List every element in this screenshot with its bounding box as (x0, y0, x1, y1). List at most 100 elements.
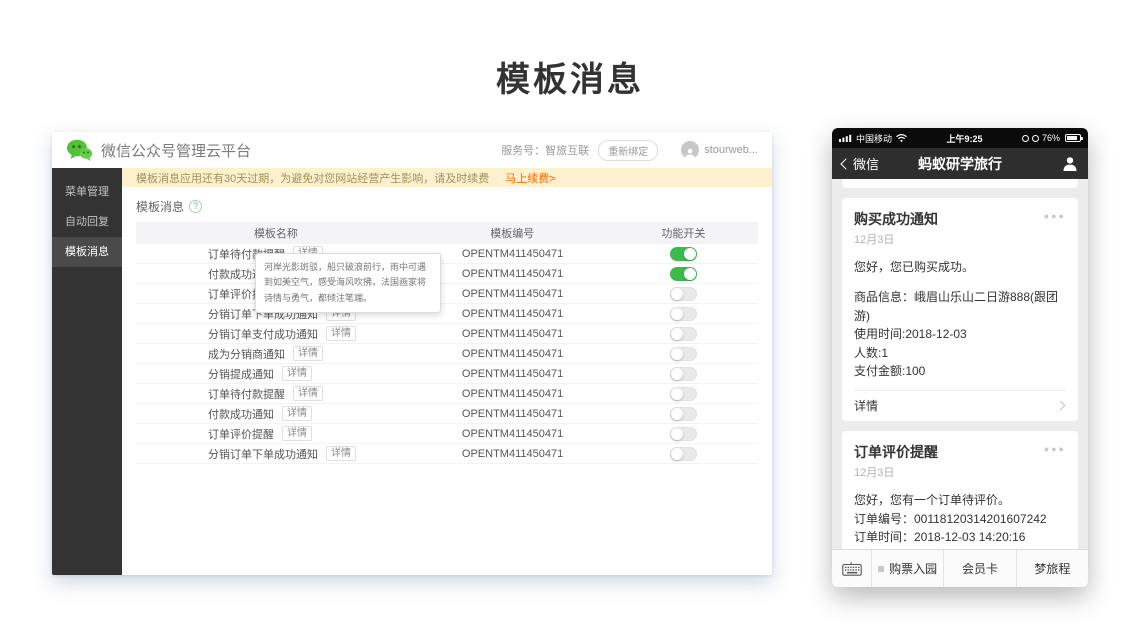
rebind-button[interactable]: 重新绑定 (598, 140, 658, 161)
table-row: 订单待付款提醒 详情 OPENTM411450471 (136, 384, 758, 404)
detail-button[interactable]: 详情 (293, 346, 323, 361)
template-name: 付款成功通知 (208, 406, 274, 422)
table-row: 订单评价提醒 详情 OPENTM411450471 (136, 284, 758, 304)
table-header: 模板名称 模板编号 功能开关 (136, 222, 758, 244)
more-options-icon[interactable]: ●●● (1044, 442, 1066, 456)
message-line: 订单编号：00118120314201607242 (854, 510, 1066, 529)
detail-tooltip: 河岸光影斑驳，船只破浪前行，雨中可遇到如美空气，感受海风吹拂，法国画家将诗情与勇… (255, 253, 441, 313)
function-toggle[interactable] (670, 347, 697, 361)
detail-button[interactable]: 详情 (282, 406, 312, 421)
function-toggle[interactable] (670, 287, 697, 301)
column-header-switch: 功能开关 (609, 225, 758, 241)
page-title: 模板消息 (0, 52, 1140, 101)
card-body: 您好，您已购买成功。商品信息：峨眉山乐山二日游888(跟团游)使用时间:2018… (854, 258, 1066, 390)
message-line: 使用时间:2018-12-03 (854, 325, 1066, 344)
message-line: 支付金额:100 (854, 362, 1066, 381)
function-toggle[interactable] (670, 247, 697, 261)
sidebar: 菜单管理 自动回复 模板消息 (52, 168, 122, 575)
keyboard-toggle-button[interactable] (832, 550, 872, 587)
menu-item-dream-trip[interactable]: 梦旅程 (1016, 550, 1088, 587)
detail-button[interactable]: 详情 (326, 326, 356, 341)
expiry-notice-bar: 模板消息应用还有30天过期，为避免对您网站经营产生影响，请及时续费 马上续费> (122, 168, 772, 187)
wechat-logo-icon (66, 139, 93, 162)
renew-now-link[interactable]: 马上续费> (505, 170, 555, 186)
contact-person-icon[interactable] (1062, 156, 1078, 171)
back-label: 微信 (853, 154, 879, 173)
table-row: 分销订单下单成功通知 详情 OPENTM411450471 (136, 304, 758, 324)
message-card-review[interactable]: 订单评价提醒 ●●● 12月3日 您好，您有一个订单待评价。订单编号：00118… (842, 431, 1078, 549)
brand-name: 微信公众号管理云平台 (101, 140, 251, 161)
message-line (854, 277, 1066, 288)
avatar (681, 141, 699, 159)
template-code: OPENTM411450471 (416, 388, 609, 400)
section-title: 模板消息 (136, 198, 184, 215)
orientation-lock-icon (1022, 135, 1029, 142)
card-date: 12月3日 (854, 464, 1066, 480)
battery-icon (1065, 134, 1081, 142)
template-name: 分销订单支付成功通知 (208, 326, 318, 342)
card-body: 您好，您有一个订单待评价。订单编号：00118120314201607242订单… (854, 491, 1066, 549)
column-header-name: 模板名称 (136, 225, 416, 241)
admin-header: 微信公众号管理云平台 服务号：智旅互联 重新绑定 stourweb... (52, 132, 772, 168)
template-name: 订单评价提醒 (208, 426, 274, 442)
table-row: 分销提成通知 详情 OPENTM411450471 (136, 364, 758, 384)
function-toggle[interactable] (670, 447, 697, 461)
detail-button[interactable]: 详情 (293, 386, 323, 401)
function-toggle[interactable] (670, 387, 697, 401)
menu-item-ticket[interactable]: 购票入园 (872, 550, 943, 587)
detail-button[interactable]: 详情 (326, 446, 356, 461)
template-code: OPENTM411450471 (416, 348, 609, 360)
message-line: 您好，您有一个订单待评价。 (854, 491, 1066, 510)
message-card-purchase[interactable]: 购买成功通知 ●●● 12月3日 您好，您已购买成功。商品信息：峨眉山乐山二日游… (842, 198, 1078, 421)
help-icon[interactable]: ? (189, 200, 202, 213)
detail-button[interactable]: 详情 (282, 426, 312, 441)
menu-item-label: 梦旅程 (1034, 560, 1070, 577)
template-code: OPENTM411450471 (416, 288, 609, 300)
more-options-icon[interactable]: ●●● (1044, 209, 1066, 223)
menu-item-label: 购票入园 (889, 560, 937, 577)
template-table-body: 订单待付款提醒 详情 OPENTM411450471 付款成功通知 详情 OPE… (136, 244, 758, 464)
phone-status-bar: 中国移动 上午9:25 76% (832, 128, 1088, 148)
function-toggle[interactable] (670, 307, 697, 321)
function-toggle[interactable] (670, 367, 697, 381)
template-code: OPENTM411450471 (416, 428, 609, 440)
menu-item-member-card[interactable]: 会员卡 (943, 550, 1015, 587)
card-title: 购买成功通知 (854, 209, 938, 229)
function-toggle[interactable] (670, 327, 697, 341)
function-toggle[interactable] (670, 427, 697, 441)
account-chip[interactable]: stourweb... (681, 141, 758, 159)
card-date: 12月3日 (854, 231, 1066, 247)
card-detail-link[interactable]: 详情 (854, 390, 1066, 421)
template-code: OPENTM411450471 (416, 308, 609, 320)
back-chevron-icon (840, 158, 851, 169)
sidebar-item-auto-reply[interactable]: 自动回复 (52, 207, 122, 237)
phone-toolbar: 购票入园 会员卡 梦旅程 (832, 549, 1088, 587)
sidebar-item-menu-manage[interactable]: 菜单管理 (52, 177, 122, 207)
signal-icon (839, 134, 852, 142)
phone-mockup: 中国移动 上午9:25 76% 微信 蚂蚁研学旅行 (832, 128, 1088, 587)
detail-button[interactable]: 详情 (282, 366, 312, 381)
table-row: 成为分销商通知 详情 OPENTM411450471 (136, 344, 758, 364)
back-button[interactable]: 微信 (842, 154, 879, 173)
partial-message-card (842, 179, 1078, 188)
message-line: 人数:1 (854, 344, 1066, 363)
template-code: OPENTM411450471 (416, 328, 609, 340)
template-code: OPENTM411450471 (416, 448, 609, 460)
account-name: stourweb... (704, 144, 758, 156)
status-right-icons: 76% (1022, 133, 1081, 143)
template-name: 分销提成通知 (208, 366, 274, 382)
table-row: 付款成功通知 详情 OPENTM411450471 (136, 404, 758, 424)
message-line: 商品信息：峨眉山乐山二日游888(跟团游) (854, 288, 1066, 325)
battery-percent: 76% (1042, 133, 1060, 143)
notice-text: 模板消息应用还有30天过期，为避免对您网站经营产生影响，请及时续费 (136, 170, 489, 186)
table-row: 订单评价提醒 详情 OPENTM411450471 (136, 424, 758, 444)
function-toggle[interactable] (670, 267, 697, 281)
table-row: 订单待付款提醒 详情 OPENTM411450471 (136, 244, 758, 264)
message-line: 订单时间：2018-12-03 14:20:16 (854, 528, 1066, 547)
sidebar-item-template-message[interactable]: 模板消息 (52, 237, 122, 267)
template-code: OPENTM411450471 (416, 408, 609, 420)
service-account-label: 服务号：智旅互联 (501, 142, 589, 158)
column-header-code: 模板编号 (416, 225, 609, 241)
detail-label: 详情 (854, 397, 878, 414)
function-toggle[interactable] (670, 407, 697, 421)
